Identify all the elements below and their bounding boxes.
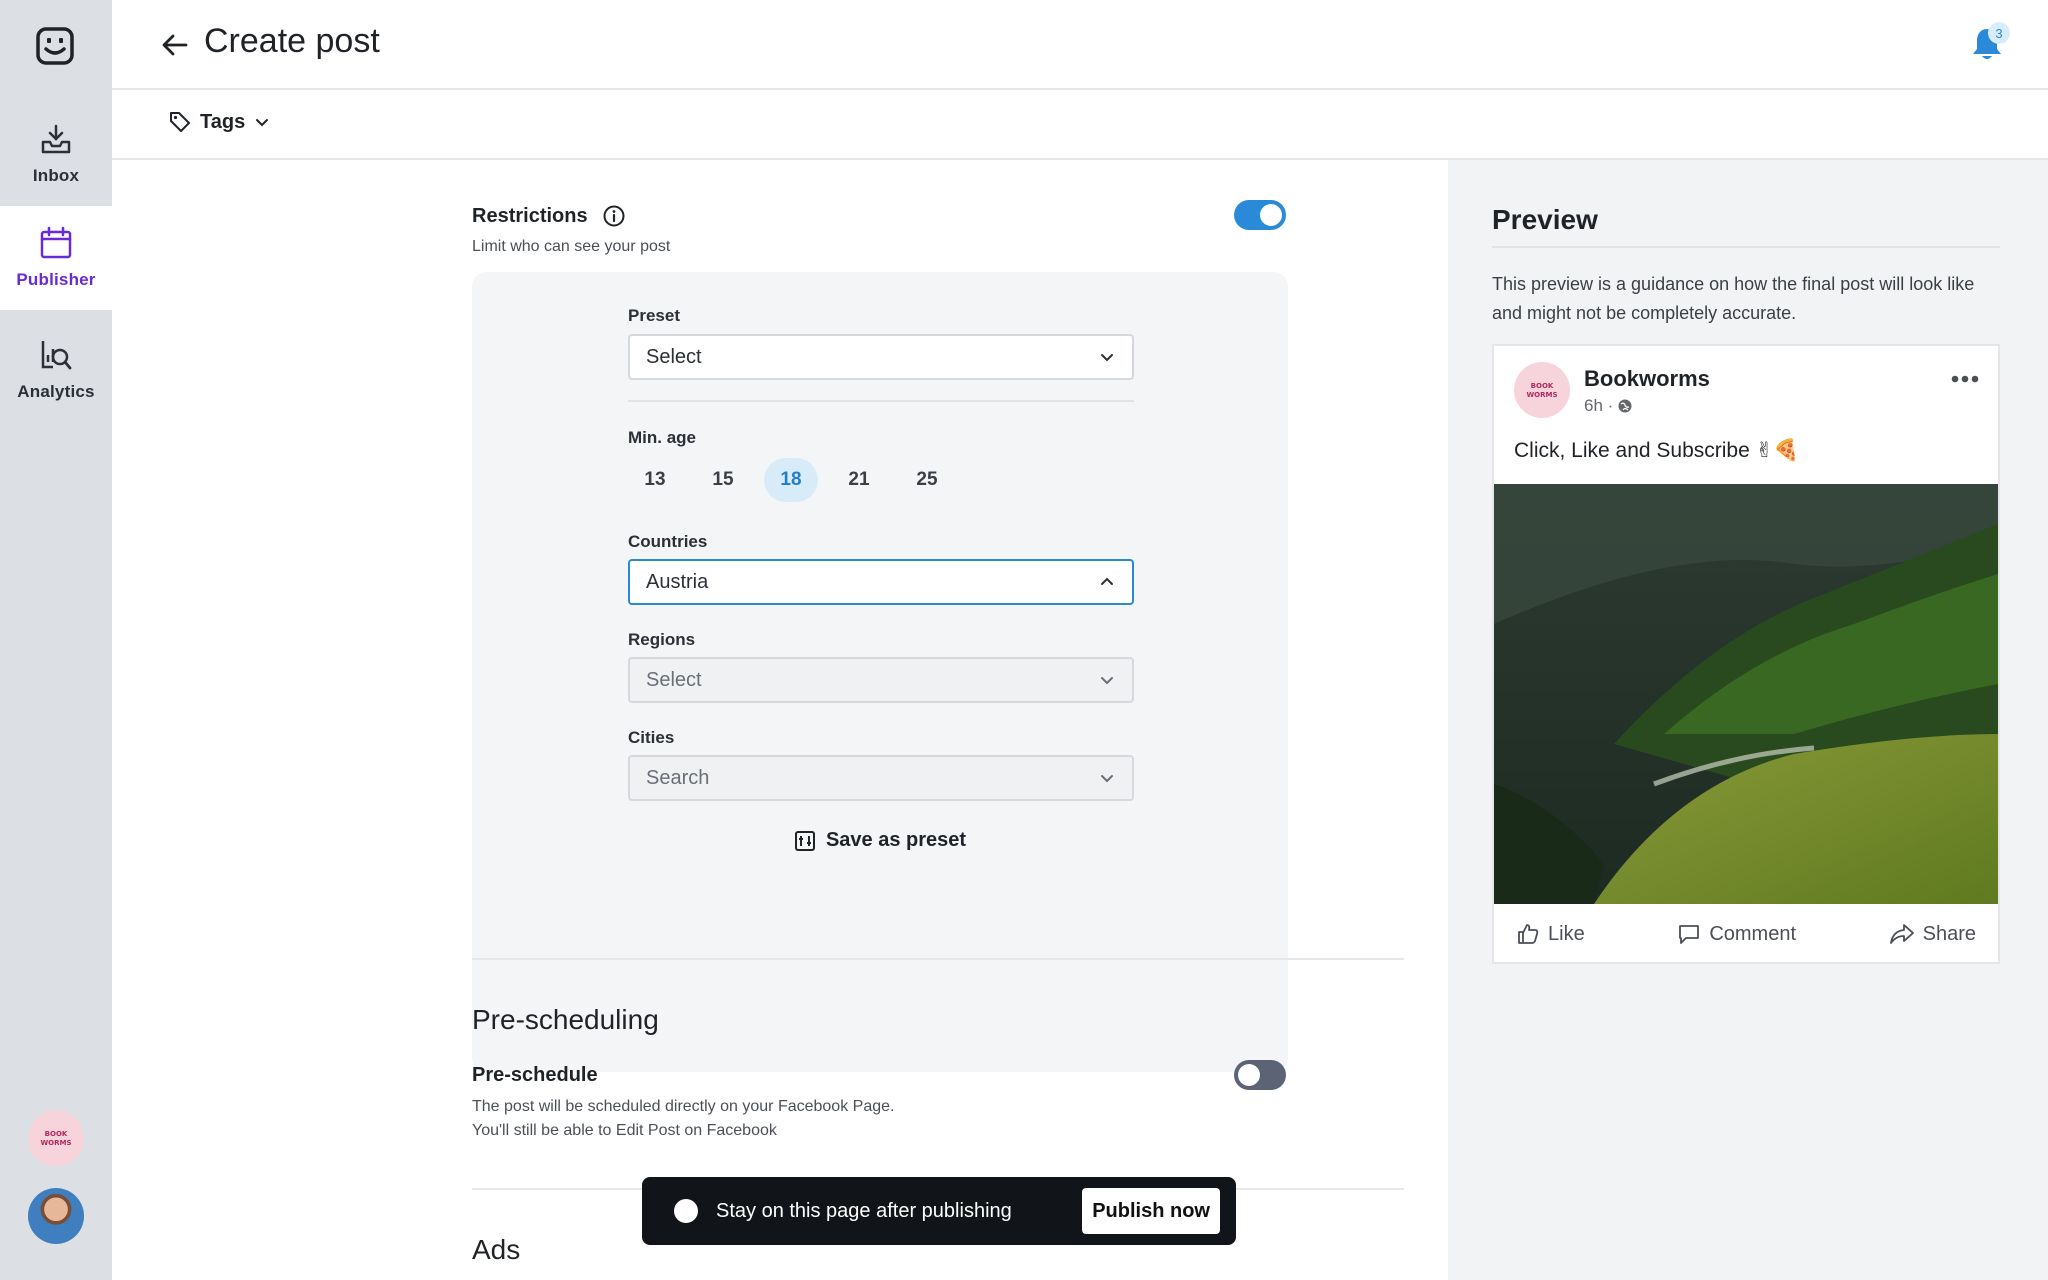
countries-select[interactable]: Austria [628, 559, 1134, 605]
comment-icon [1679, 925, 1700, 944]
chevron-up-icon [1101, 577, 1113, 585]
chevron-down-icon [1101, 677, 1113, 685]
restrictions-header: Restrictions [472, 204, 626, 228]
preview-panel: Preview This preview is a guidance on ho… [1448, 160, 2048, 1280]
min-age-label: Min. age [628, 428, 697, 447]
share-button[interactable]: Share [1889, 922, 1976, 946]
preset-value: Select [646, 345, 702, 368]
svg-text:BOOK: BOOK [45, 1130, 68, 1138]
more-options-icon[interactable] [1950, 374, 1980, 384]
svg-text:WORMS: WORMS [1526, 391, 1557, 399]
preschedule-desc-line1: The post will be scheduled directly on y… [472, 1098, 895, 1115]
divider [472, 958, 1404, 960]
post-image [1494, 484, 1998, 904]
age-option-13[interactable]: 13 [628, 458, 682, 502]
stay-on-page-label: Stay on this page after publishing [716, 1199, 1012, 1222]
divider [1492, 246, 2000, 248]
restrictions-subtitle: Limit who can see your post [472, 238, 671, 255]
post-actions: Like Comment Share [1494, 904, 1998, 964]
page-header: Create post 3 [112, 0, 2048, 90]
preview-title: Preview [1492, 204, 1598, 235]
save-preset-icon [794, 830, 815, 851]
regions-value: Select [646, 668, 702, 691]
post-text: Click, Like and Subscribe ✌🍕 [1514, 439, 1800, 462]
cities-select[interactable]: Search [628, 755, 1134, 801]
ads-heading: Ads [472, 1234, 521, 1265]
age-option-21[interactable]: 21 [832, 458, 886, 502]
chevron-down-icon [1101, 354, 1113, 362]
publish-bar: Stay on this page after publishing Publi… [642, 1177, 1236, 1245]
regions-select[interactable]: Select [628, 657, 1134, 703]
analytics-icon [41, 341, 72, 370]
smiley-chat-logo[interactable] [35, 26, 75, 66]
min-age-options: 13 15 18 21 25 [628, 458, 954, 502]
svg-text:BOOK: BOOK [1531, 382, 1554, 390]
user-avatar[interactable] [28, 1188, 84, 1244]
tags-bar: Tags [112, 90, 2048, 160]
stay-on-page-radio[interactable] [674, 1199, 698, 1223]
inbox-icon [41, 124, 71, 154]
toggle-knob [1260, 204, 1282, 226]
sidebar-item-label: Analytics [17, 382, 95, 401]
chevron-down-icon [256, 119, 269, 127]
preview-description: This preview is a guidance on how the fi… [1492, 274, 1975, 323]
preschedule-toggle[interactable] [1234, 1060, 1286, 1090]
bookworms-logo: BOOK WORMS [40, 1130, 71, 1147]
countries-label: Countries [628, 532, 708, 551]
regions-label: Regions [628, 630, 696, 649]
age-option-18[interactable]: 18 [764, 458, 818, 502]
sidebar-item-publisher[interactable]: Publisher [0, 206, 112, 310]
post-settings-form: Restrictions Limit who can see your post… [112, 160, 1448, 1280]
calendar-icon [40, 226, 72, 259]
like-button[interactable]: Like [1516, 922, 1585, 946]
post-preview-card: BOOK WORMS Bookworms 6h · Click, Like an… [1492, 344, 2000, 964]
tags-label: Tags [200, 110, 246, 133]
like-label: Like [1548, 922, 1585, 945]
prescheduling-heading: Pre-scheduling [472, 1004, 659, 1035]
restrictions-card: Preset Select Min. age 13 15 18 21 25 Co… [472, 272, 1288, 1072]
post-time: 6h · [1584, 396, 1614, 415]
post-meta: 6h · [1584, 396, 1633, 416]
thumbs-up-icon [1518, 924, 1539, 944]
info-icon[interactable] [602, 204, 626, 228]
page-avatar: BOOK WORMS [1514, 362, 1570, 418]
share-label: Share [1922, 922, 1976, 945]
publish-now-button[interactable]: Publish now [1082, 1188, 1220, 1234]
sidebar-item-analytics[interactable]: Analytics [0, 318, 112, 422]
globe-icon [1618, 399, 1632, 413]
tags-dropdown[interactable]: Tags [168, 110, 271, 134]
bookworms-logo: BOOK WORMS [1526, 382, 1557, 399]
age-option-15[interactable]: 15 [696, 458, 750, 502]
notification-count-badge: 3 [1988, 22, 2010, 44]
brand-avatar[interactable]: BOOK WORMS [28, 1110, 84, 1166]
save-as-preset-label: Save as preset [825, 829, 967, 851]
comment-label: Comment [1709, 922, 1797, 945]
preschedule-desc-line2: You'll still be able to Edit Post on Fac… [472, 1122, 777, 1139]
restrictions-toggle[interactable] [1234, 200, 1286, 230]
sidebar-item-label: Inbox [32, 166, 80, 185]
sidebar-item-label: Publisher [16, 270, 96, 289]
notifications-button[interactable]: 3 [1970, 22, 2010, 66]
divider [628, 400, 1134, 402]
countries-value: Austria [646, 570, 709, 593]
toggle-knob [1238, 1064, 1260, 1086]
save-as-preset-button[interactable]: Save as preset [472, 829, 1288, 852]
share-icon [1889, 924, 1914, 944]
preset-label: Preset [628, 306, 680, 325]
sidebar-item-inbox[interactable]: Inbox [0, 102, 112, 206]
preset-select[interactable]: Select [628, 334, 1134, 380]
tag-icon [170, 112, 190, 132]
preschedule-title: Pre-schedule [472, 1064, 598, 1086]
chevron-down-icon [1101, 775, 1113, 783]
back-arrow-icon[interactable] [160, 30, 190, 60]
svg-text:WORMS: WORMS [40, 1139, 71, 1147]
cities-label: Cities [628, 728, 675, 747]
post-page-name: Bookworms [1584, 366, 1710, 391]
restrictions-title: Restrictions [472, 204, 588, 227]
comment-button[interactable]: Comment [1677, 922, 1796, 946]
page-title: Create post [204, 22, 380, 60]
sidebar: Inbox Publisher Analytics BOOK WORMS [0, 0, 112, 1280]
cities-value: Search [646, 766, 710, 789]
age-option-25[interactable]: 25 [900, 458, 954, 502]
